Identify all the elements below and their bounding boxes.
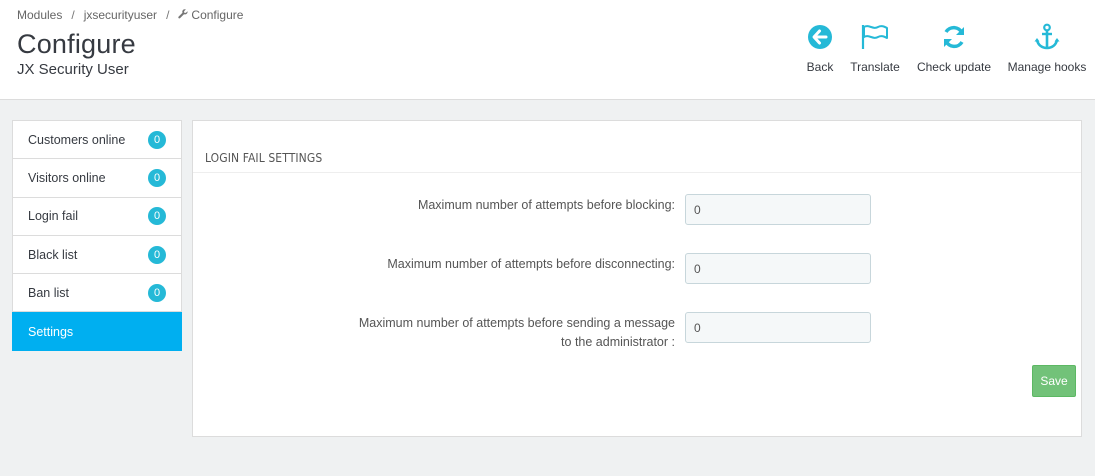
back-circle-icon: [802, 20, 838, 54]
page-subtitle: JX Security User: [17, 61, 129, 78]
translate-button[interactable]: Translate: [848, 20, 902, 74]
translate-label: Translate: [850, 60, 900, 74]
sidebar-item-label: Customers online: [28, 132, 126, 147]
count-badge: 0: [148, 207, 166, 226]
breadcrumb-current: Configure: [191, 8, 244, 22]
sidebar-item-ban-list[interactable]: Ban list 0: [13, 274, 181, 313]
max-attempts-disconnecting-input[interactable]: [685, 253, 871, 284]
manage-hooks-button[interactable]: Manage hooks: [1005, 20, 1089, 74]
field-label: Maximum number of attempts before blocki…: [417, 198, 675, 212]
sidebar-item-customers-online[interactable]: Customers online 0: [13, 121, 181, 160]
page-header: Modules / jxsecurityuser / Configure Con…: [0, 0, 1095, 100]
settings-panel: LOGIN FAIL SETTINGS Maximum number of at…: [192, 120, 1082, 437]
max-attempts-admin-message-input[interactable]: [685, 312, 871, 343]
flag-icon: [848, 20, 902, 54]
breadcrumb-modules[interactable]: Modules: [17, 8, 62, 22]
panel-heading: LOGIN FAIL SETTINGS: [193, 121, 1081, 173]
manage-hooks-label: Manage hooks: [1007, 60, 1087, 74]
refresh-icon: [915, 20, 993, 54]
anchor-icon: [1005, 20, 1089, 54]
count-badge: 0: [148, 130, 166, 149]
sidebar-item-label: Settings: [28, 324, 74, 339]
count-badge: 0: [148, 245, 166, 264]
wrench-icon: [178, 8, 188, 22]
breadcrumb-separator: /: [166, 8, 170, 22]
max-attempts-blocking-input[interactable]: [685, 194, 871, 225]
check-update-button[interactable]: Check update: [915, 20, 993, 74]
back-button[interactable]: Back: [802, 20, 838, 74]
sidebar-item-label: Login fail: [28, 209, 79, 224]
field-label: Maximum number of attempts before sendin…: [358, 316, 675, 349]
sidebar-item-login-fail[interactable]: Login fail 0: [13, 198, 181, 236]
page-title: Configure: [17, 29, 136, 59]
breadcrumb-separator: /: [71, 8, 75, 22]
count-badge: 0: [148, 283, 166, 302]
back-label: Back: [806, 60, 834, 74]
sidebar-item-label: Ban list: [28, 285, 69, 300]
sidebar-item-label: Visitors online: [28, 170, 106, 185]
save-button[interactable]: Save: [1032, 365, 1076, 397]
sidebar-item-label: Black list: [28, 247, 78, 262]
breadcrumb: Modules / jxsecurityuser / Configure: [17, 8, 243, 22]
sidebar-item-visitors-online[interactable]: Visitors online 0: [13, 159, 181, 198]
sidebar-nav: Customers online 0 Visitors online 0 Log…: [12, 120, 182, 351]
breadcrumb-module-name[interactable]: jxsecurityuser: [84, 8, 157, 22]
sidebar-item-black-list[interactable]: Black list 0: [13, 236, 181, 275]
check-update-label: Check update: [916, 60, 992, 74]
sidebar-item-settings[interactable]: Settings: [12, 312, 182, 351]
count-badge: 0: [148, 168, 166, 187]
field-label: Maximum number of attempts before discon…: [387, 257, 675, 271]
